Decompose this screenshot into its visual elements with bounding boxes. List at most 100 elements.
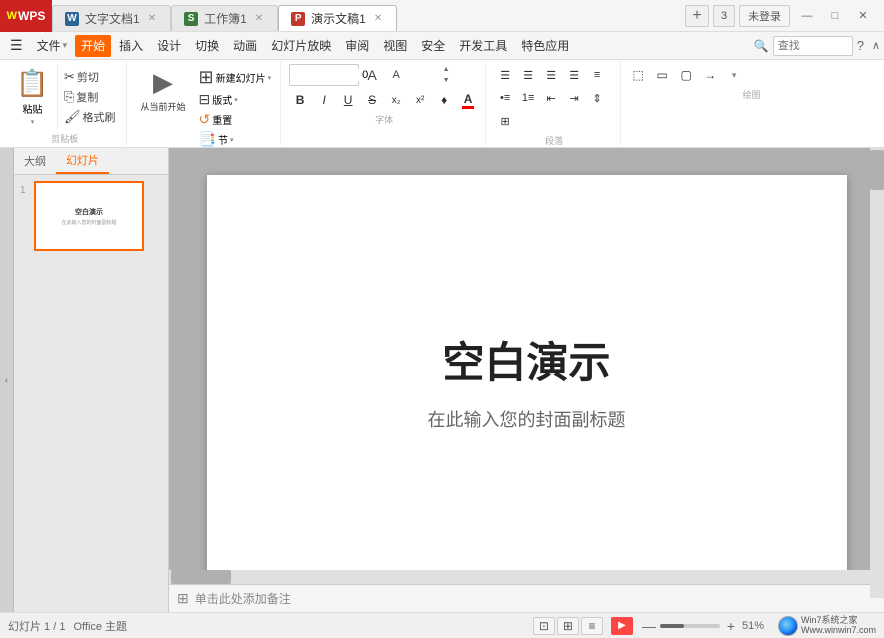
minimize-button[interactable]: — [794, 3, 820, 29]
shape-rounded-rect[interactable]: ▢ [675, 64, 697, 86]
underline-button[interactable]: U [337, 89, 359, 111]
clear-format-button[interactable]: ♦ [433, 89, 455, 111]
zoom-slider[interactable] [660, 624, 720, 628]
menu-bar: ☰ 文件 ▾ 开始 插入 设计 切换 动画 幻灯片放映 审阅 视图 安全 开发工… [0, 32, 884, 60]
start-from-current-button[interactable]: ▶ 从当前开始 [135, 64, 192, 116]
text-direction-button[interactable]: ⇕ [586, 87, 608, 109]
section-button[interactable]: 📑 节 ▾ [196, 130, 275, 148]
tab-presentation[interactable]: P 演示文稿1 ✕ [278, 5, 397, 31]
bullet-button[interactable]: •≡ [494, 87, 516, 109]
superscript-button[interactable]: x² [409, 89, 431, 111]
menu-features[interactable]: 特色应用 [515, 35, 575, 57]
menu-animation[interactable]: 动画 [227, 35, 263, 57]
columns-button[interactable]: ⊞ [494, 110, 516, 132]
layout-icon: ⊟ [199, 91, 211, 108]
copy-button[interactable]: ⎘ 复制 [60, 88, 120, 106]
shape-more[interactable]: ▾ [723, 64, 745, 86]
outline-tab[interactable]: 大纲 [14, 149, 56, 173]
menu-security[interactable]: 安全 [415, 35, 451, 57]
panel-tabs: 大纲 幻灯片 [14, 148, 168, 175]
close-button[interactable]: ✕ [850, 3, 876, 29]
align-center-button[interactable]: ☰ [517, 64, 539, 86]
justify-button[interactable]: ☰ [563, 64, 585, 86]
new-slide-button[interactable]: ⊞ 新建幻灯片 ▾ [196, 66, 275, 89]
slides-tab[interactable]: 幻灯片 [56, 148, 109, 174]
play-slideshow-button[interactable]: ▶ [611, 617, 633, 635]
indent-increase-button[interactable]: ⇥ [563, 87, 585, 109]
reset-icon: ↺ [199, 111, 211, 128]
paste-button[interactable]: 📋 粘贴 ▾ [8, 64, 58, 130]
new-slide-icon: ⊞ [199, 67, 214, 88]
font-size-box: ▲ ▼ [289, 64, 359, 86]
panel-collapse-button[interactable]: ‹ [0, 148, 14, 612]
hamburger-menu[interactable]: ☰ [4, 35, 29, 57]
align-left-button[interactable]: ☰ [494, 64, 516, 86]
theme-label: Office 主题 [73, 618, 127, 634]
select-tool[interactable]: ⬚ [627, 64, 649, 86]
tab-spreadsheet-label: 工作簿1 [204, 10, 247, 27]
numbering-button[interactable]: 1≡ [517, 87, 539, 109]
menu-review[interactable]: 审阅 [339, 35, 375, 57]
notes-bar[interactable]: ⊞ 单击此处添加备注 [169, 584, 884, 612]
format-painter-button[interactable]: 🖌 格式刷 [60, 108, 120, 126]
subscript-button[interactable]: x₂ [385, 89, 407, 111]
font-group: ▲ ▼ A A B I U S x₂ x² ♦ A 字体 [283, 62, 486, 145]
view-grid-button[interactable]: ⊞ [557, 617, 579, 635]
cut-button[interactable]: ✂ 剪切 [60, 68, 120, 86]
menu-insert[interactable]: 插入 [113, 35, 149, 57]
font-size-up-button[interactable]: ▲ [440, 64, 452, 75]
horizontal-scrollbar[interactable] [169, 570, 870, 584]
maximize-button[interactable]: □ [822, 3, 848, 29]
layout-button[interactable]: ⊟ 版式 ▾ [196, 90, 275, 109]
indent-decrease-button[interactable]: ⇤ [540, 87, 562, 109]
view-normal-button[interactable]: ⊡ [533, 617, 555, 635]
strikethrough-button[interactable]: S [361, 89, 383, 111]
zoom-out-button[interactable]: — [641, 618, 657, 634]
menu-slideshow[interactable]: 幻灯片放映 [265, 35, 337, 57]
tab-word-close[interactable]: ✕ [146, 13, 158, 24]
slide-canvas[interactable]: 空白演示 在此输入您的封面副标题 [207, 175, 847, 585]
status-bar: 幻灯片 1 / 1 Office 主题 ⊡ ⊞ ≡ ▶ — + 51% Win7… [0, 612, 884, 638]
menu-devtools[interactable]: 开发工具 [453, 35, 513, 57]
menu-transition[interactable]: 切换 [189, 35, 225, 57]
slide-number: 1 [20, 185, 30, 196]
spreadsheet-tab-icon: S [184, 12, 198, 26]
ribbon-collapse-icon[interactable]: ∧ [872, 39, 880, 52]
font-size-increase-button[interactable]: A [361, 64, 383, 86]
word-tab-icon: W [65, 12, 79, 26]
search-input[interactable] [773, 36, 853, 56]
view-outline-button[interactable]: ≡ [581, 617, 603, 635]
help-icon[interactable]: ? [857, 38, 864, 53]
menu-home[interactable]: 开始 [75, 35, 111, 57]
zoom-in-button[interactable]: + [723, 618, 739, 634]
file-menu[interactable]: 文件 ▾ [31, 35, 74, 57]
login-button[interactable]: 未登录 [739, 5, 790, 27]
new-tab-button[interactable]: + [685, 5, 709, 27]
menu-design[interactable]: 设计 [151, 35, 187, 57]
tab-word[interactable]: W 文字文档1 ✕ [52, 5, 171, 31]
line-spacing-button[interactable]: ≡ [586, 64, 608, 86]
tab-spreadsheet-close[interactable]: ✕ [253, 13, 265, 24]
shape-rect[interactable]: ▭ [651, 64, 673, 86]
align-right-button[interactable]: ☰ [540, 64, 562, 86]
zoom-level: 51% [742, 620, 764, 632]
zoom-control: — + 51% [641, 618, 764, 634]
main-area: ‹ 大纲 幻灯片 1 空白演示 在此输入您的封面副标题 空白演示 [0, 148, 884, 612]
tab-spreadsheet[interactable]: S 工作簿1 ✕ [171, 5, 278, 31]
font-size-decrease-button[interactable]: A [385, 64, 407, 86]
list-item: 1 空白演示 在此输入您的封面副标题 [20, 181, 162, 251]
menu-view[interactable]: 视图 [377, 35, 413, 57]
italic-button[interactable]: I [313, 89, 335, 111]
shape-arrow-right[interactable]: → [699, 64, 721, 86]
vertical-scrollbar[interactable] [870, 148, 884, 598]
reset-button[interactable]: ↺ 重置 [196, 110, 275, 129]
bold-button[interactable]: B [289, 89, 311, 111]
slide-thumbnail[interactable]: 空白演示 在此输入您的封面副标题 [34, 181, 144, 251]
font-color-button[interactable]: A [457, 89, 479, 111]
wps-logo[interactable]: W WPS [0, 0, 52, 32]
drawing-group: ⬚ ▭ ▢ → ▾ 绘图 [623, 62, 880, 145]
font-size-down-button[interactable]: ▼ [440, 75, 452, 86]
clipboard-group: 📋 粘贴 ▾ ✂ 剪切 ⎘ 复制 🖌 格式刷 剪贴板 [4, 62, 127, 145]
win7-logo-area: Win7系统之家 Www.winwin7.com [778, 616, 876, 636]
tab-presentation-close[interactable]: ✕ [372, 13, 384, 24]
